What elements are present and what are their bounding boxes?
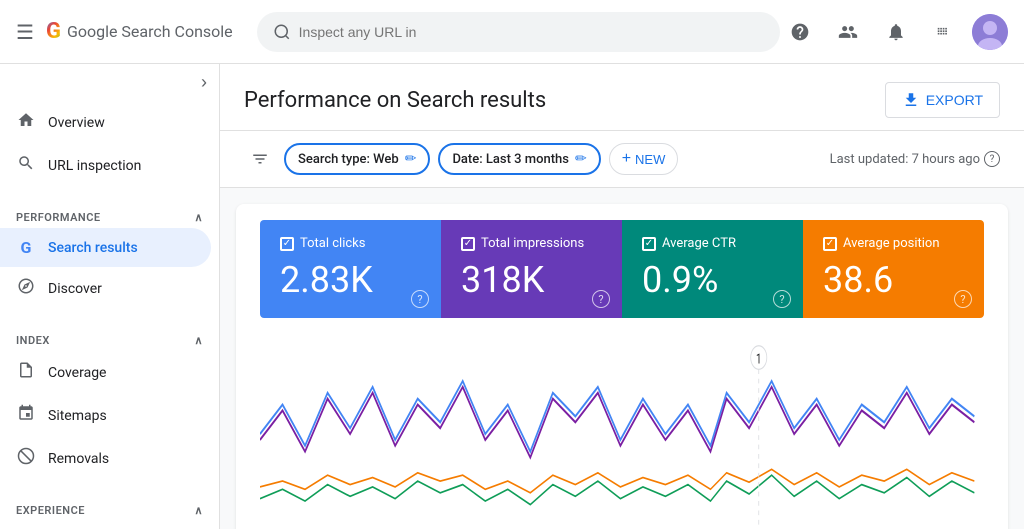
metric-position-label: ✓ Average position	[823, 236, 964, 251]
last-updated-help-icon[interactable]: ?	[984, 151, 1000, 167]
avatar[interactable]	[972, 14, 1008, 50]
search-icon	[273, 23, 291, 41]
content-area: Performance on Search results EXPORT Sea…	[220, 64, 1024, 529]
date-range-edit-icon: ✏	[575, 151, 587, 167]
logo-g: G	[46, 19, 61, 44]
removals-icon	[16, 447, 36, 470]
sidebar-item-search-results[interactable]: G Search results	[0, 228, 211, 267]
chart-svg: 1	[260, 334, 984, 529]
clicks-help-icon[interactable]: ?	[411, 290, 429, 308]
date-range-filter[interactable]: Date: Last 3 months ✏	[438, 143, 600, 175]
metric-position-value: 38.6	[823, 259, 964, 302]
section-experience: Experience ∧	[0, 496, 219, 521]
sidebar-item-coverage[interactable]: Coverage	[0, 351, 211, 394]
clicks-checkbox[interactable]: ✓	[280, 237, 294, 251]
help-icon	[790, 22, 810, 42]
notifications-button[interactable]	[876, 12, 916, 52]
metrics-cards: ✓ Total clicks 2.83K ? ✓ Total impressio…	[260, 220, 984, 318]
app-logo: G Google Search Console	[46, 19, 233, 44]
apps-button[interactable]	[924, 12, 964, 52]
sidebar-item-removals[interactable]: Removals	[0, 437, 211, 480]
position-help-icon[interactable]: ?	[954, 290, 972, 308]
home-icon	[16, 111, 36, 134]
menu-icon[interactable]: ☰	[16, 20, 34, 44]
sidebar-item-sitemaps[interactable]: Sitemaps	[0, 394, 211, 437]
metric-average-position[interactable]: ✓ Average position 38.6 ?	[803, 220, 984, 318]
ctr-checkbox[interactable]: ✓	[642, 237, 656, 251]
section-performance: Performance ∧	[0, 203, 219, 228]
sidebar: › Overview URL inspection Performance ∧ …	[0, 64, 220, 529]
search-type-edit-icon: ✏	[405, 151, 417, 167]
grid-icon	[934, 22, 954, 42]
collapse-performance-icon[interactable]: ∧	[194, 211, 203, 224]
coverage-icon	[16, 361, 36, 384]
search-results-icon: G	[16, 238, 36, 257]
logo-text: Google Search Console	[67, 22, 233, 41]
new-filter-button[interactable]: + NEW	[609, 143, 679, 175]
performance-chart[interactable]: 1 6/30/21 7/11/21 7/22/21 8/2/21 8/13/21…	[260, 334, 984, 529]
url-inspection-label: URL inspection	[48, 158, 141, 174]
search-bar[interactable]	[257, 12, 780, 52]
metric-ctr-value: 0.9%	[642, 259, 783, 302]
coverage-label: Coverage	[48, 365, 106, 381]
search-input[interactable]	[299, 24, 764, 40]
metric-clicks-label: ✓ Total clicks	[280, 236, 421, 251]
new-label: NEW	[635, 152, 665, 167]
page-title: Performance on Search results	[244, 88, 546, 113]
sitemaps-label: Sitemaps	[48, 408, 107, 424]
date-range-label: Date: Last 3 months	[452, 152, 569, 167]
metric-impressions-value: 318K	[461, 259, 602, 302]
plus-icon: +	[622, 150, 631, 168]
metric-impressions-label: ✓ Total impressions	[461, 236, 602, 251]
section-index: Index ∧	[0, 326, 219, 351]
download-icon	[902, 91, 920, 109]
metric-total-clicks[interactable]: ✓ Total clicks 2.83K ?	[260, 220, 441, 318]
metric-clicks-value: 2.83K	[280, 259, 421, 302]
position-checkbox[interactable]: ✓	[823, 237, 837, 251]
overview-label: Overview	[48, 115, 105, 131]
users-button[interactable]	[828, 12, 868, 52]
svg-text:1: 1	[756, 351, 761, 367]
main-layout: › Overview URL inspection Performance ∧ …	[0, 64, 1024, 529]
collapse-experience-icon[interactable]: ∧	[194, 504, 203, 517]
help-button[interactable]	[780, 12, 820, 52]
metric-total-impressions[interactable]: ✓ Total impressions 318K ?	[441, 220, 622, 318]
sidebar-item-overview[interactable]: Overview	[0, 101, 211, 144]
metric-average-ctr[interactable]: ✓ Average CTR 0.9% ?	[622, 220, 803, 318]
impressions-help-icon[interactable]: ?	[592, 290, 610, 308]
impressions-checkbox[interactable]: ✓	[461, 237, 475, 251]
sidebar-item-page-experience[interactable]: ⊕ Page Experience	[0, 521, 211, 529]
sidebar-item-url-inspection[interactable]: URL inspection	[0, 144, 211, 187]
search-results-label: Search results	[48, 240, 138, 256]
discover-icon	[16, 277, 36, 300]
discover-label: Discover	[48, 281, 102, 297]
collapse-index-icon[interactable]: ∧	[194, 334, 203, 347]
users-icon	[838, 22, 858, 42]
bell-icon	[886, 22, 906, 42]
metric-ctr-label: ✓ Average CTR	[642, 236, 783, 251]
url-inspection-icon	[16, 154, 36, 177]
export-button[interactable]: EXPORT	[885, 82, 1000, 118]
last-updated-text: Last updated: 7 hours ago	[830, 152, 980, 167]
topbar-actions	[780, 12, 1008, 52]
filter-bar: Search type: Web ✏ Date: Last 3 months ✏…	[220, 131, 1024, 188]
last-updated: Last updated: 7 hours ago ?	[830, 151, 1000, 167]
avatar-image	[972, 14, 1008, 50]
search-type-label: Search type: Web	[298, 152, 399, 167]
sidebar-item-discover[interactable]: Discover	[0, 267, 211, 310]
sidebar-collapse[interactable]: ›	[0, 64, 219, 101]
search-type-filter[interactable]: Search type: Web ✏	[284, 143, 430, 175]
metrics-area: ✓ Total clicks 2.83K ? ✓ Total impressio…	[236, 204, 1008, 529]
filter-icon-button[interactable]	[244, 143, 276, 175]
removals-label: Removals	[48, 451, 109, 467]
filter-icon	[251, 150, 269, 168]
topbar: ☰ G Google Search Console	[0, 0, 1024, 64]
collapse-button[interactable]: ›	[201, 72, 207, 93]
sitemaps-icon	[16, 404, 36, 427]
content-header: Performance on Search results EXPORT	[220, 64, 1024, 131]
ctr-help-icon[interactable]: ?	[773, 290, 791, 308]
